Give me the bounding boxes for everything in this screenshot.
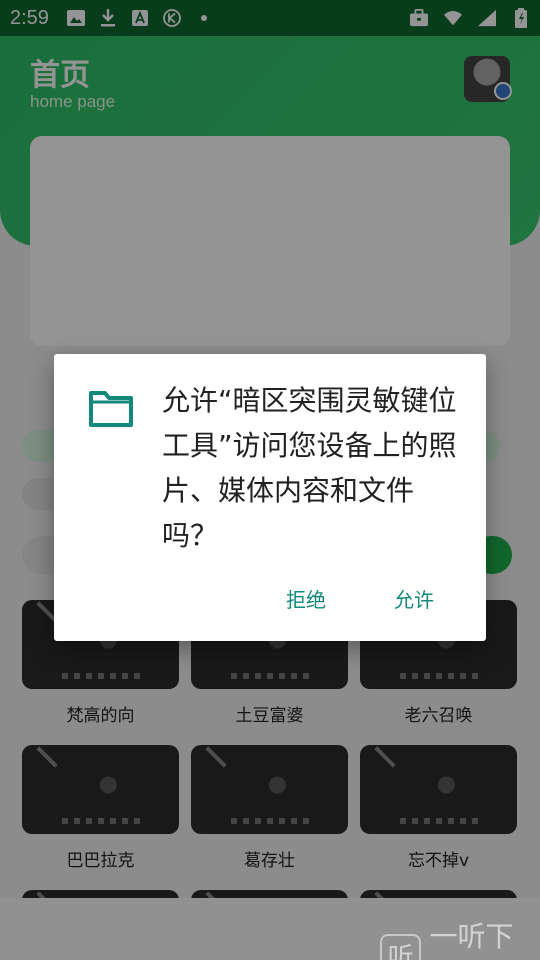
dialog-actions: 拒绝 允许 [262, 580, 486, 617]
watermark: 听 一听下载 [380, 915, 540, 960]
dialog-message: 允许“暗区突围灵敏键位工具”访问您设备上的照片、媒体内容和文件吗？ [162, 384, 457, 552]
watermark-text: 一听下载 [429, 920, 514, 953]
permission-dialog: 允许“暗区突围灵敏键位工具”访问您设备上的照片、媒体内容和文件吗？ 拒绝 允许 [54, 354, 486, 641]
watermark-logo: 听 [380, 934, 422, 960]
allow-button[interactable]: 允许 [370, 580, 458, 617]
deny-button[interactable]: 拒绝 [262, 580, 350, 617]
folder-icon [89, 391, 133, 427]
